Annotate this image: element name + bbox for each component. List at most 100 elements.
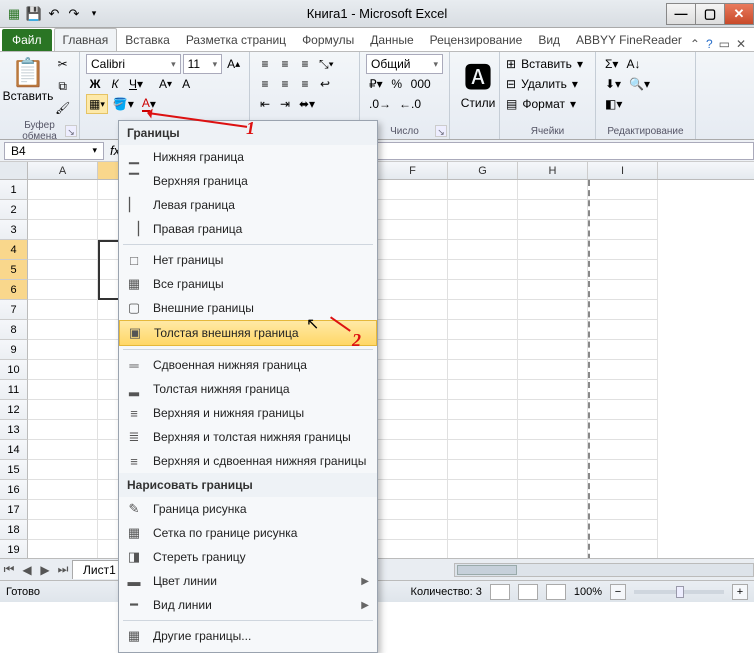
- cell-F8[interactable]: [378, 320, 448, 340]
- underline-button[interactable]: Ч▾: [126, 74, 146, 94]
- autosum-button[interactable]: Σ▾: [602, 54, 621, 74]
- menu-item-border-1[interactable]: ▔Верхняя граница: [119, 169, 377, 193]
- zoom-out-button[interactable]: −: [610, 584, 626, 600]
- view-normal-button[interactable]: [490, 584, 510, 600]
- cell-H7[interactable]: [518, 300, 588, 320]
- cell-A16[interactable]: [28, 480, 98, 500]
- italic-button[interactable]: К: [106, 74, 124, 94]
- zoom-in-button[interactable]: +: [732, 584, 748, 600]
- menu-item-border-2[interactable]: ▏Левая граница: [119, 193, 377, 217]
- cell-F13[interactable]: [378, 420, 448, 440]
- format-cells-button[interactable]: Формат: [519, 94, 568, 114]
- row-9[interactable]: 9: [0, 340, 28, 360]
- cell-A7[interactable]: [28, 300, 98, 320]
- row-8[interactable]: 8: [0, 320, 28, 340]
- increase-indent-button[interactable]: ⇥: [276, 94, 294, 114]
- number-format-combo[interactable]: Общий▾: [366, 54, 443, 74]
- cell-A10[interactable]: [28, 360, 98, 380]
- menu-item-draw-0[interactable]: ✎Граница рисунка: [119, 497, 377, 521]
- cut-button[interactable]: ✂: [52, 54, 73, 74]
- cell-H12[interactable]: [518, 400, 588, 420]
- row-10[interactable]: 10: [0, 360, 28, 380]
- sheet-nav-prev[interactable]: ◀: [18, 563, 36, 577]
- clear-button[interactable]: ◧▾: [602, 94, 625, 114]
- cell-A11[interactable]: [28, 380, 98, 400]
- styles-button[interactable]: 🅰 Стили: [456, 54, 500, 116]
- sheet-nav-next[interactable]: ▶: [36, 563, 54, 577]
- row-15[interactable]: 15: [0, 460, 28, 480]
- row-11[interactable]: 11: [0, 380, 28, 400]
- tab-insert[interactable]: Вставка: [117, 29, 178, 51]
- row-2[interactable]: 2: [0, 200, 28, 220]
- zoom-thumb[interactable]: [676, 586, 684, 598]
- cell-G6[interactable]: [448, 280, 518, 300]
- cell-H18[interactable]: [518, 520, 588, 540]
- row-4[interactable]: 4: [0, 240, 28, 260]
- cell-A13[interactable]: [28, 420, 98, 440]
- row-16[interactable]: 16: [0, 480, 28, 500]
- bold-button[interactable]: Ж: [86, 74, 104, 94]
- cell-A4[interactable]: [28, 240, 98, 260]
- tab-abbyy[interactable]: ABBYY FineReader: [568, 29, 690, 51]
- row-17[interactable]: 17: [0, 500, 28, 520]
- cell-F16[interactable]: [378, 480, 448, 500]
- view-pagebreak-button[interactable]: [546, 584, 566, 600]
- tab-data[interactable]: Данные: [362, 29, 421, 51]
- maximize-button[interactable]: ▢: [695, 3, 725, 25]
- menu-item-draw-2[interactable]: ◨Стереть границу: [119, 545, 377, 569]
- cell-A14[interactable]: [28, 440, 98, 460]
- cell-H6[interactable]: [518, 280, 588, 300]
- cell-I6[interactable]: [588, 280, 658, 300]
- menu-item-draw-1[interactable]: ▦Сетка по границе рисунка: [119, 521, 377, 545]
- menu-item-draw-4[interactable]: ━Вид линии▶: [119, 593, 377, 617]
- cell-F17[interactable]: [378, 500, 448, 520]
- cell-G8[interactable]: [448, 320, 518, 340]
- cell-G14[interactable]: [448, 440, 518, 460]
- cell-H8[interactable]: [518, 320, 588, 340]
- col-G[interactable]: G: [448, 162, 518, 179]
- minimize-button[interactable]: —: [666, 3, 696, 25]
- cell-H19[interactable]: [518, 540, 588, 560]
- align-left-button[interactable]: ≡: [256, 74, 274, 94]
- shrink-font-button[interactable]: A▾: [156, 74, 175, 94]
- grow-font-button[interactable]: A▴: [224, 54, 243, 74]
- cell-A18[interactable]: [28, 520, 98, 540]
- cell-F6[interactable]: [378, 280, 448, 300]
- font-size-combo[interactable]: 11▾: [183, 54, 223, 74]
- cell-I4[interactable]: [588, 240, 658, 260]
- cell-A3[interactable]: [28, 220, 98, 240]
- cell-G5[interactable]: [448, 260, 518, 280]
- view-layout-button[interactable]: [518, 584, 538, 600]
- name-box[interactable]: B4▾: [4, 142, 104, 160]
- cell-F5[interactable]: [378, 260, 448, 280]
- insert-cells-button[interactable]: Вставить: [518, 54, 575, 74]
- cell-A17[interactable]: [28, 500, 98, 520]
- tab-page-layout[interactable]: Разметка страниц: [178, 29, 294, 51]
- save-icon[interactable]: 💾: [26, 6, 42, 22]
- cell-A19[interactable]: [28, 540, 98, 560]
- cell-A6[interactable]: [28, 280, 98, 300]
- select-all-corner[interactable]: [0, 162, 28, 179]
- cell-A2[interactable]: [28, 200, 98, 220]
- align-bottom-button[interactable]: ≡: [296, 54, 314, 74]
- row-6[interactable]: 6: [0, 280, 28, 300]
- cell-H16[interactable]: [518, 480, 588, 500]
- percent-button[interactable]: %: [388, 74, 406, 94]
- cell-H14[interactable]: [518, 440, 588, 460]
- align-center-button[interactable]: ≡: [276, 74, 294, 94]
- cell-G16[interactable]: [448, 480, 518, 500]
- align-middle-button[interactable]: ≡: [276, 54, 294, 74]
- font-letter-a[interactable]: A: [177, 74, 195, 94]
- align-top-button[interactable]: ≡: [256, 54, 274, 74]
- cell-I14[interactable]: [588, 440, 658, 460]
- sort-filter-button[interactable]: A↓: [623, 54, 643, 74]
- cell-H13[interactable]: [518, 420, 588, 440]
- cell-F18[interactable]: [378, 520, 448, 540]
- cell-H17[interactable]: [518, 500, 588, 520]
- cell-I19[interactable]: [588, 540, 658, 560]
- zoom-slider[interactable]: [634, 590, 724, 594]
- close-button[interactable]: ✕: [724, 3, 754, 25]
- cell-A1[interactable]: [28, 180, 98, 200]
- comma-button[interactable]: 000: [408, 74, 434, 94]
- menu-item-border-5[interactable]: ▦Все границы: [119, 272, 377, 296]
